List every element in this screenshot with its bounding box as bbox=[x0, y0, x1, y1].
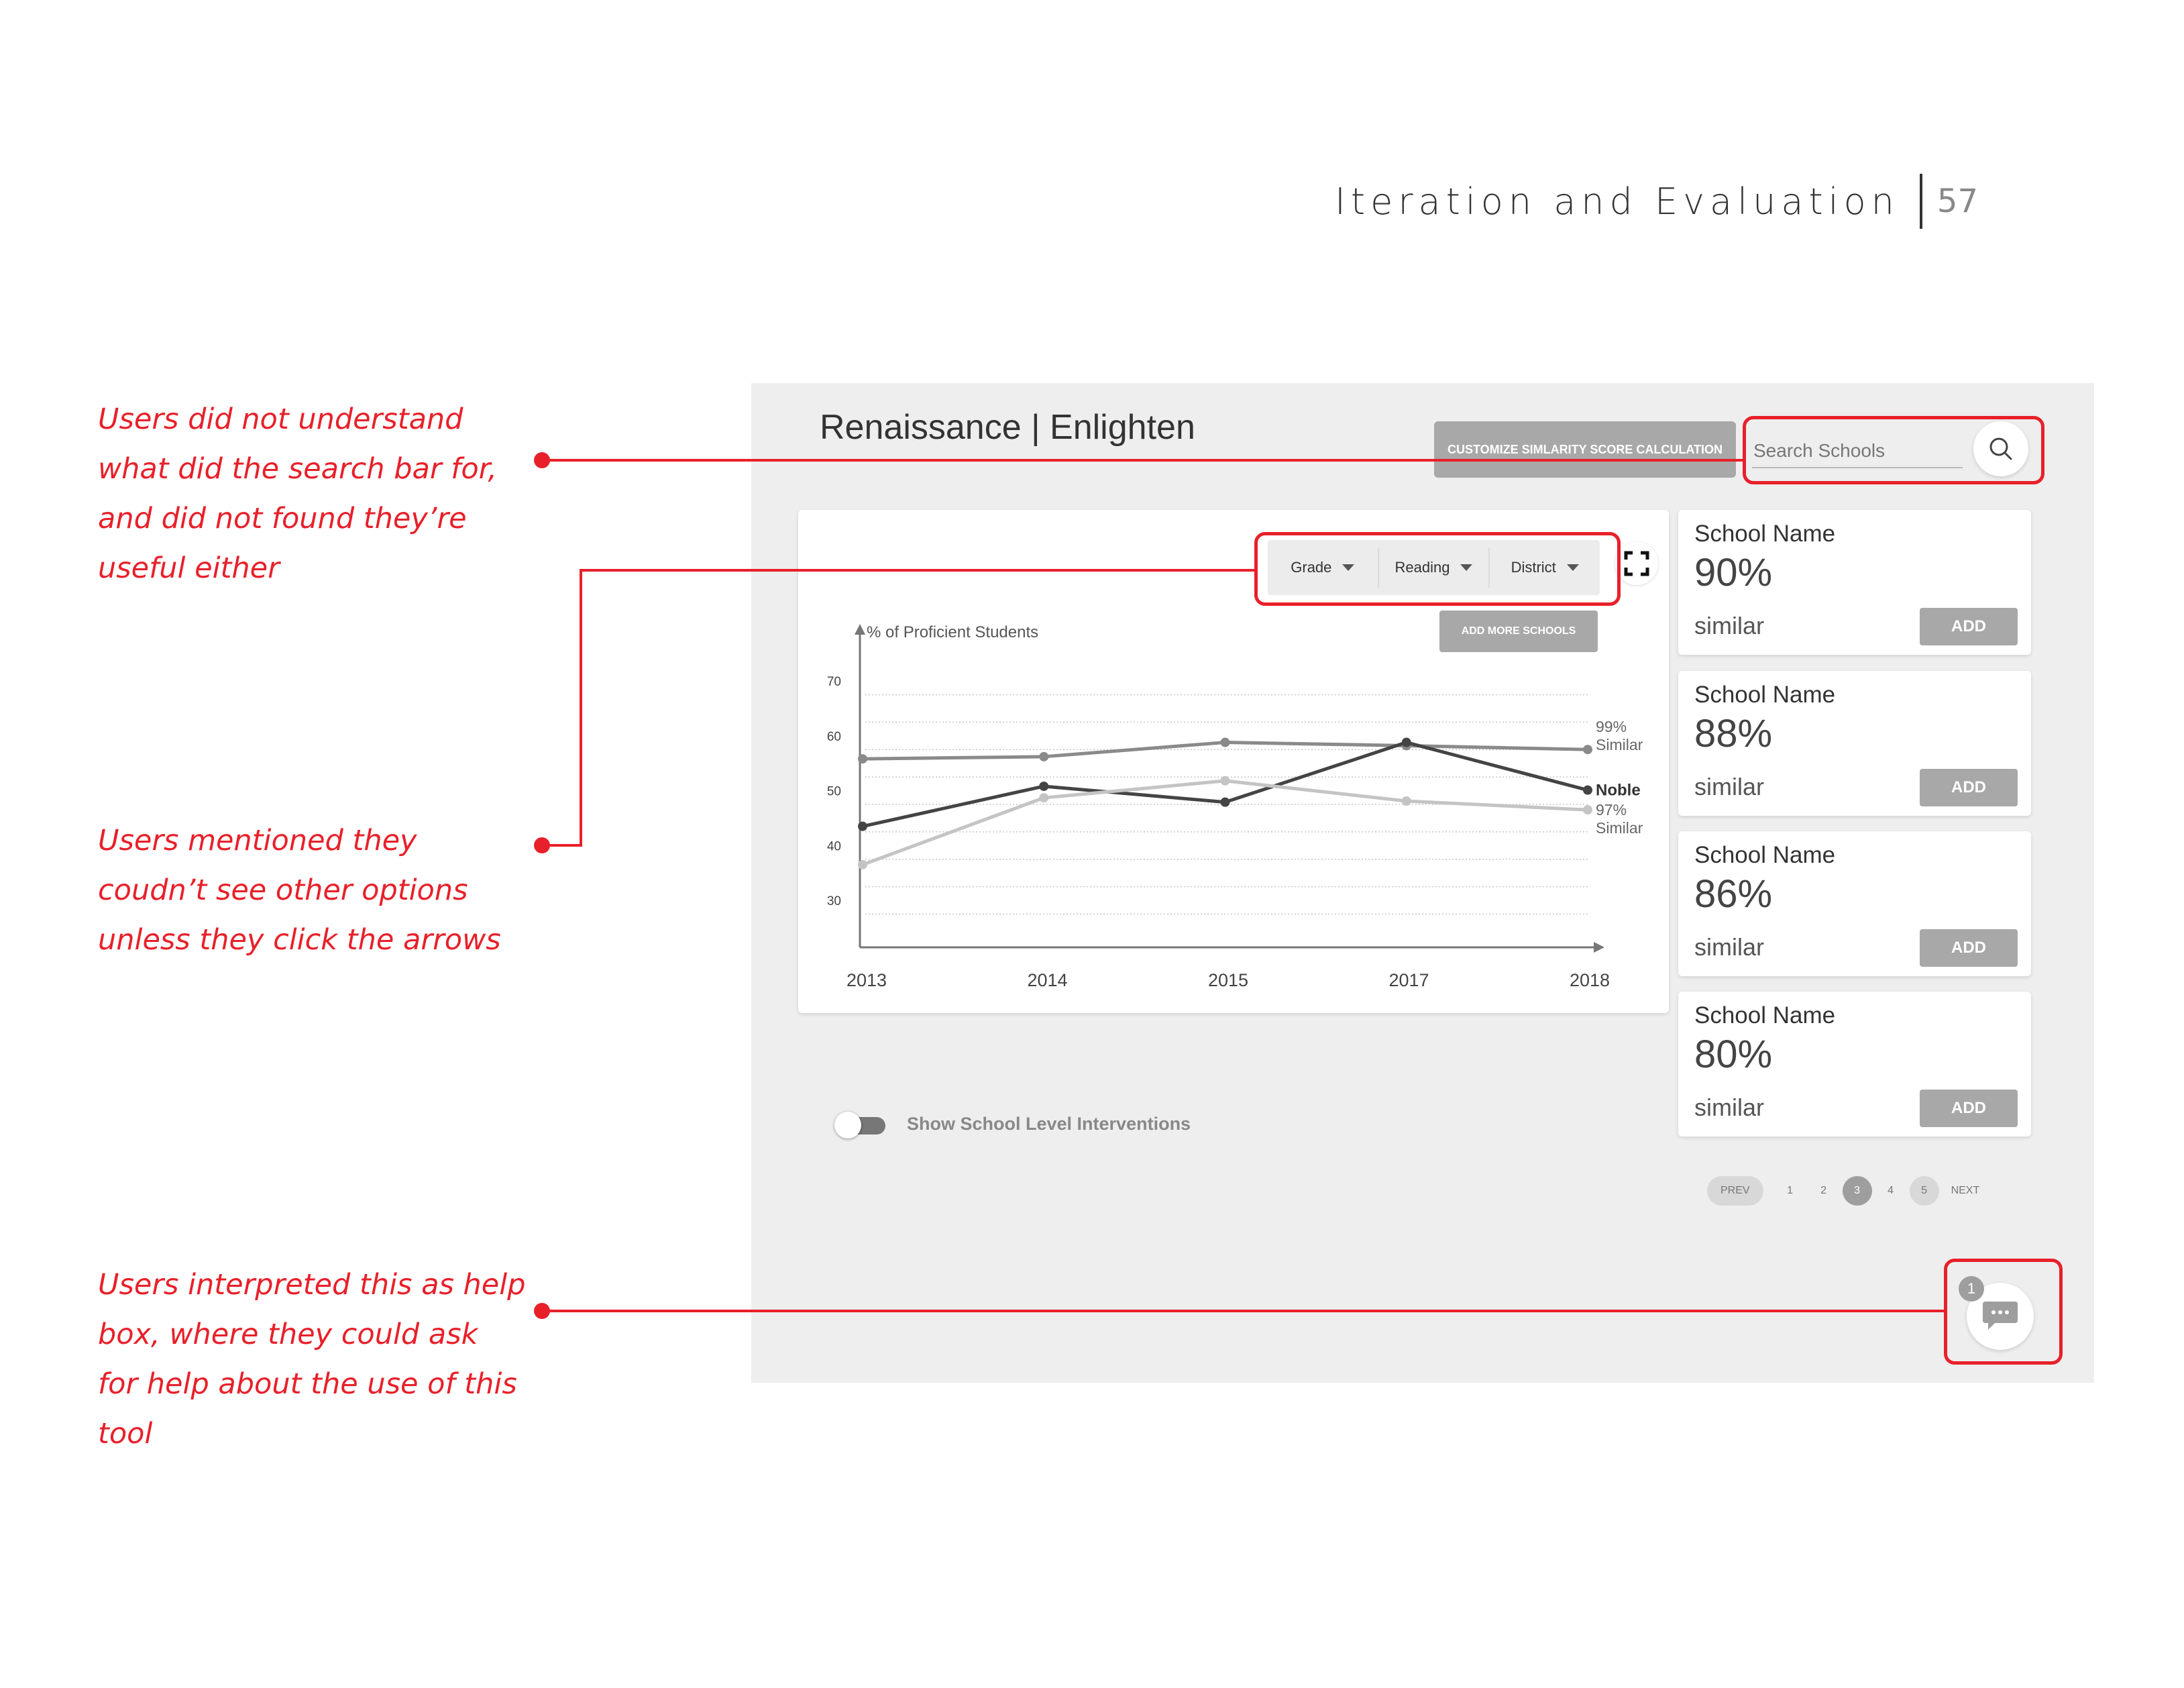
similarity-percent: 88% bbox=[1694, 712, 1773, 755]
annotation-line: coudn’t see other options bbox=[98, 874, 468, 907]
data-point bbox=[1583, 785, 1592, 795]
school-name: School Name bbox=[1694, 842, 1836, 868]
page-button[interactable]: 2 bbox=[1809, 1176, 1839, 1206]
data-point bbox=[858, 821, 867, 831]
y-axis-label: % of Proficient Students bbox=[867, 623, 1038, 641]
similarity-percent: 90% bbox=[1694, 551, 1773, 594]
series-label: 97% bbox=[1596, 801, 1627, 819]
callout-box-filters bbox=[1254, 532, 1621, 606]
expand-button[interactable] bbox=[1615, 542, 1658, 585]
callout-dot-search bbox=[534, 452, 550, 468]
page-divider bbox=[1919, 174, 1922, 229]
callout-line-chat bbox=[542, 1310, 1944, 1312]
callout-line-filters bbox=[580, 569, 1254, 572]
school-card: School Name 88% similar ADD bbox=[1678, 671, 2031, 816]
y-tick-label: 50 bbox=[827, 785, 841, 799]
page-button[interactable]: 5 bbox=[1909, 1176, 1939, 1206]
school-name: School Name bbox=[1694, 682, 1836, 708]
interventions-toggle[interactable] bbox=[834, 1110, 888, 1140]
toggle-knob bbox=[834, 1112, 861, 1139]
annotation-line: tool bbox=[98, 1417, 153, 1450]
page-title: Iteration and Evaluation bbox=[1335, 180, 1900, 223]
interventions-toggle-label: Show School Level Interventions bbox=[907, 1114, 1191, 1134]
annotation-line: for help about the use of this bbox=[98, 1367, 517, 1401]
annotation-search: Users did not understand what did the se… bbox=[98, 394, 497, 593]
similarity-label: similar bbox=[1694, 933, 1764, 961]
school-card: School Name 90% similar ADD bbox=[1678, 510, 2031, 655]
expand-icon bbox=[1624, 551, 1649, 576]
x-axis-arrow bbox=[1594, 942, 1604, 953]
data-point bbox=[858, 859, 867, 869]
similarity-percent: 80% bbox=[1694, 1033, 1773, 1076]
add-school-button[interactable]: ADD bbox=[1920, 929, 2018, 967]
chart-lines bbox=[858, 737, 1592, 869]
x-tick-label: 2018 bbox=[1570, 970, 1610, 990]
annotation-line: box, where they could ask bbox=[98, 1318, 478, 1351]
callout-dot-filters bbox=[534, 837, 550, 853]
add-school-button[interactable]: ADD bbox=[1920, 608, 2018, 645]
similarity-label: similar bbox=[1694, 612, 1764, 639]
proficiency-chart: % of Proficient Students 70 60 50 40 30 2013 20… bbox=[827, 623, 1643, 990]
page-button[interactable]: 4 bbox=[1876, 1176, 1906, 1206]
callout-line-filters bbox=[580, 569, 582, 847]
customize-similarity-button[interactable]: CUSTOMIZE SIMLARITY SCORE CALCULATION bbox=[1434, 421, 1736, 478]
callout-line-search bbox=[542, 459, 1744, 462]
pagination: PREV 1 2 3 4 5 NEXT bbox=[1707, 1175, 1979, 1206]
series-label: Similar bbox=[1596, 736, 1643, 753]
y-tick-label: 40 bbox=[827, 839, 841, 853]
page-button[interactable]: 1 bbox=[1776, 1176, 1805, 1206]
callout-box-chat bbox=[1944, 1259, 2063, 1365]
data-point bbox=[1401, 737, 1411, 747]
add-school-button[interactable]: ADD bbox=[1920, 769, 2018, 806]
data-point bbox=[858, 754, 867, 764]
data-point bbox=[1039, 751, 1049, 761]
school-name: School Name bbox=[1694, 1002, 1836, 1028]
school-name: School Name bbox=[1694, 521, 1836, 547]
page-header: Iteration and Evaluation 57 bbox=[1335, 171, 1978, 231]
y-tick-label: 30 bbox=[827, 894, 841, 908]
next-page-button[interactable]: NEXT bbox=[1951, 1185, 1980, 1197]
series-label: 99% bbox=[1596, 718, 1627, 735]
annotation-filters: Users mentioned they coudn’t see other o… bbox=[98, 816, 501, 965]
similarity-label: similar bbox=[1694, 773, 1764, 800]
series-label: Similar bbox=[1596, 819, 1643, 837]
data-point bbox=[1220, 737, 1230, 747]
series-line bbox=[862, 779, 1588, 867]
chart-axes bbox=[855, 624, 1604, 953]
annotation-line: Users did not understand bbox=[98, 403, 463, 436]
add-school-button[interactable]: ADD bbox=[1920, 1090, 2018, 1127]
page-number: 57 bbox=[1936, 182, 1978, 220]
annotation-chat: Users interpreted this as help box, wher… bbox=[98, 1260, 525, 1459]
x-tick-label: 2017 bbox=[1388, 970, 1429, 990]
similarity-label: similar bbox=[1694, 1094, 1764, 1121]
data-point bbox=[1220, 776, 1230, 786]
data-point bbox=[1220, 797, 1230, 807]
x-tick-label: 2015 bbox=[1208, 970, 1248, 990]
annotation-line: unless they click the arrows bbox=[98, 923, 501, 957]
page-button-active[interactable]: 3 bbox=[1842, 1176, 1872, 1206]
annotation-line: Users interpreted this as help bbox=[98, 1268, 526, 1302]
x-tick-label: 2014 bbox=[1027, 970, 1067, 990]
callout-box-search bbox=[1743, 416, 2044, 484]
prev-page-button[interactable]: PREV bbox=[1707, 1176, 1763, 1206]
y-axis-arrow bbox=[855, 624, 865, 635]
data-point bbox=[1039, 793, 1049, 803]
data-point bbox=[1401, 796, 1411, 806]
school-card: School Name 80% similar ADD bbox=[1678, 992, 2031, 1137]
y-tick-label: 60 bbox=[827, 730, 841, 744]
school-card: School Name 86% similar ADD bbox=[1678, 831, 2031, 976]
x-tick-label: 2013 bbox=[847, 970, 887, 990]
data-point bbox=[1039, 781, 1049, 791]
callout-dot-chat bbox=[534, 1303, 550, 1319]
annotation-line: useful either bbox=[98, 551, 280, 585]
series-label: Noble bbox=[1596, 782, 1641, 800]
data-point bbox=[1583, 745, 1592, 755]
data-point bbox=[1583, 805, 1592, 815]
annotation-line: Users mentioned they bbox=[98, 824, 417, 857]
similarity-percent: 86% bbox=[1694, 872, 1773, 916]
annotation-line: what did the search bar for, bbox=[98, 452, 498, 486]
app-title: Renaissance | Enlighten bbox=[820, 408, 1195, 447]
y-tick-label: 70 bbox=[827, 675, 841, 689]
annotation-line: and did not found they’re bbox=[98, 502, 467, 535]
